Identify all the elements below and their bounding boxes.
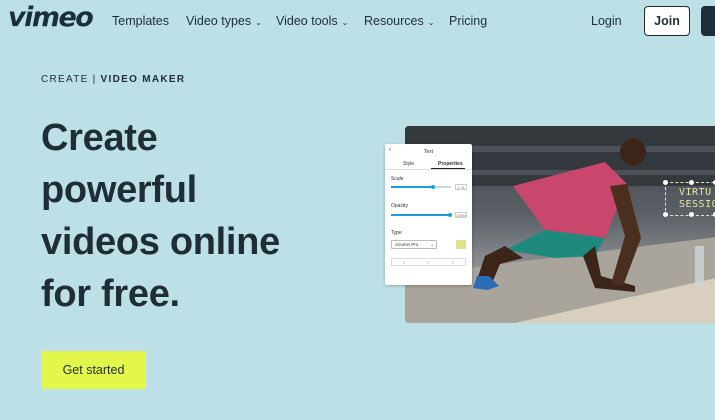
chevron-down-icon: ⌄ [255,17,262,27]
login-link[interactable]: Login [591,14,622,28]
vimeo-logo[interactable]: vimeo [8,2,94,33]
breadcrumb-parent[interactable]: CREATE [41,74,89,85]
tab-properties[interactable]: Properties [438,161,463,167]
scale-value[interactable]: 1 % [455,184,467,190]
headline-line: videos online [41,221,280,263]
text-properties-panel: ‹ Text Style Properties Scale 1 % Opacit… [385,144,472,285]
breadcrumb-separator: | [92,74,97,85]
headline-line: for free. [41,273,180,315]
overlay-text-line: SESSIO [679,199,715,210]
nav-item-label: Templates [112,14,169,28]
nav-item-label: Video tools [276,14,338,28]
headline-line: Create [41,117,158,159]
resize-handle[interactable] [663,212,668,217]
chevron-down-icon: ⌄ [341,17,349,27]
align-left-icon[interactable]: ≡ [403,260,405,265]
get-started-button[interactable]: Get started [41,351,146,389]
nav-item-resources[interactable]: Resources ⌄ [364,14,434,28]
nav-item-video-tools[interactable]: Video tools ⌄ [276,14,348,28]
font-select[interactable]: Acumin Pro ⌄ [391,240,437,249]
panel-tabs: Style Properties [385,160,472,170]
chevron-down-icon: ⌄ [430,242,434,247]
text-overlay-box[interactable]: VIRTU SESSIO [665,182,715,216]
headline-line: powerful [41,169,197,211]
opacity-label: Opacity [391,203,408,209]
breadcrumb: CREATE | VIDEO MAKER [41,74,185,85]
opacity-slider-fill [391,214,449,216]
nav-item-templates[interactable]: Templates [112,14,169,28]
chevron-down-icon: ⌄ [427,17,435,27]
breadcrumb-current: VIDEO MAKER [100,74,186,85]
nav-item-label: Pricing [449,14,488,28]
join-button[interactable]: Join [644,6,690,36]
page-title: Create powerful videos online for free. [41,112,331,320]
resize-handle[interactable] [689,212,694,217]
resize-handle[interactable] [663,180,668,185]
nav-item-video-types[interactable]: Video types ⌄ [186,14,262,28]
alignment-controls: ≡ ≡ ≡ [391,258,466,266]
opacity-slider-handle[interactable] [448,213,452,217]
nav-item-pricing[interactable]: Pricing [449,14,487,28]
top-nav: vimeo Templates Video types ⌄ Video tool… [0,0,715,42]
panel-title: Text [423,149,434,155]
nav-item-label: Resources [364,14,424,28]
scale-label: Scale [391,176,404,182]
align-right-icon[interactable]: ≡ [452,260,454,265]
opacity-value[interactable]: 100% [455,212,467,218]
font-select-value: Acumin Pro [395,242,419,247]
type-label: Type [391,230,402,236]
tab-style[interactable]: Style [403,161,414,167]
align-center-icon[interactable]: ≡ [427,260,429,265]
nav-item-label: Video types [186,14,252,28]
overlay-text-line: VIRTU [679,187,712,198]
scale-slider-handle[interactable] [431,185,435,189]
resize-handle[interactable] [689,180,694,185]
scale-slider-fill [391,186,433,188]
active-tab-indicator [431,168,465,169]
color-swatch[interactable] [456,240,466,249]
upload-button[interactable] [701,6,715,36]
